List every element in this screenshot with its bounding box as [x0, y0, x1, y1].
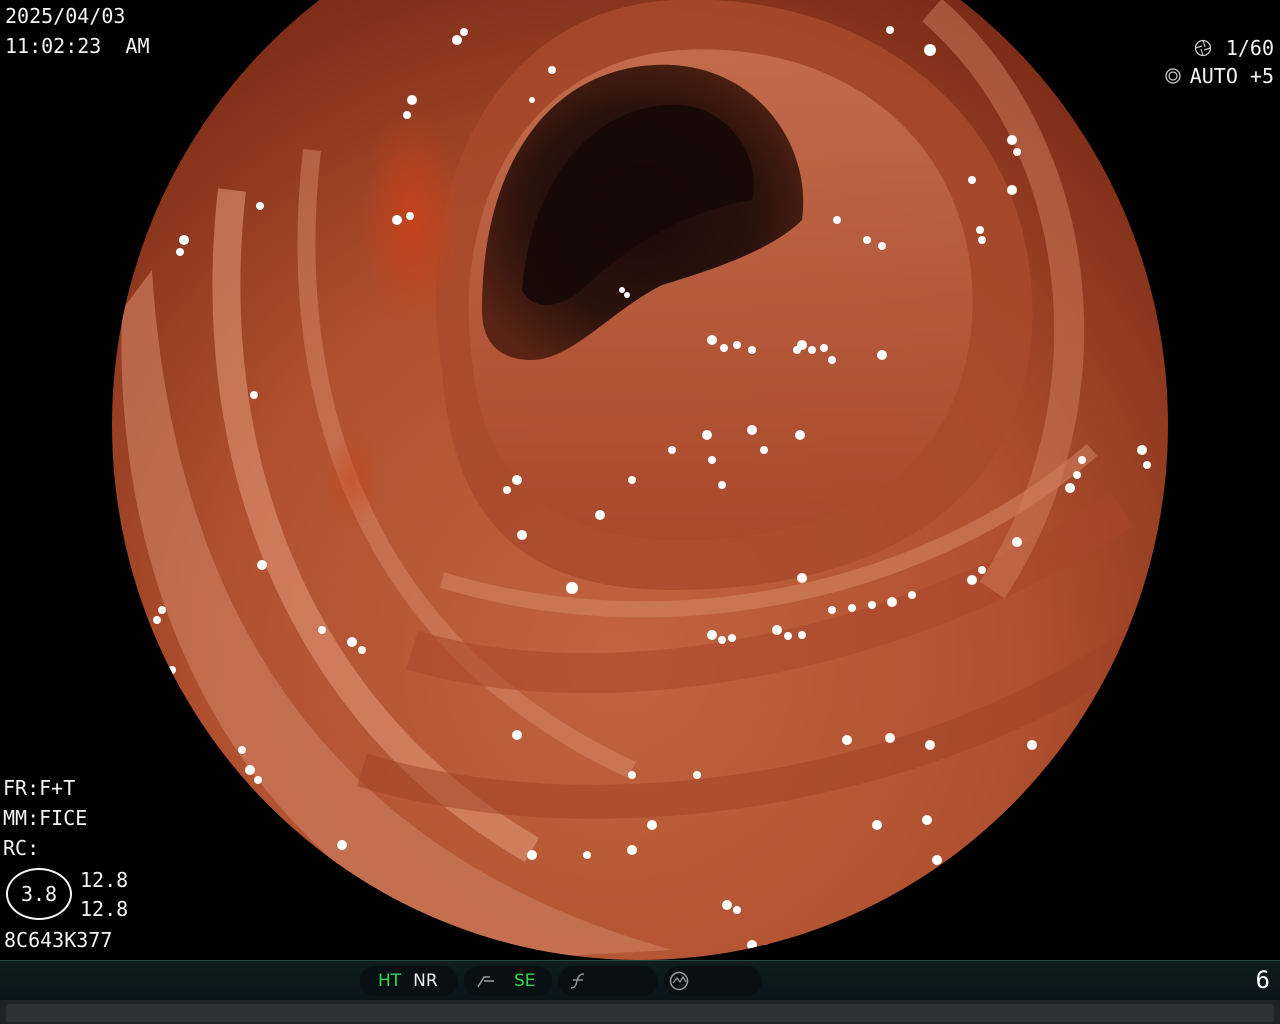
bottom-strip [0, 1000, 1280, 1024]
ring-icon [669, 971, 689, 991]
frame-number: 6 [1255, 966, 1270, 994]
shutter-icon [1194, 39, 1211, 57]
se-label: SE [514, 971, 536, 991]
value-readout-1: 12.8 [80, 868, 129, 892]
exposure-readout: AUTO +5 [1164, 64, 1274, 88]
exposure-value: AUTO +5 [1189, 64, 1274, 88]
bottom-strip-track [6, 1004, 1274, 1022]
rc-readout: RC: [3, 836, 40, 860]
ht-label: HT [378, 971, 402, 991]
mm-readout: MM:FICE [3, 806, 88, 830]
ring-indicator [664, 966, 762, 996]
curve-icon [477, 976, 494, 988]
shutter-readout: 1/60 [1194, 36, 1274, 60]
ht-nr-indicator: HT NR [360, 966, 458, 996]
serial-readout: 8C643K377 [4, 928, 113, 952]
time-readout: 11:02:23 AM [5, 34, 150, 58]
nr-label: NR [413, 971, 438, 991]
se-indicator: SE [464, 966, 552, 996]
shutter-value: 1/60 [1225, 36, 1274, 60]
f-indicator [558, 966, 658, 996]
endoscopy-screen: 2025/04/03 11:02:23 AM 1/60 AUTO +5 FR:F… [0, 0, 1280, 1024]
endoscopic-image [112, 0, 1168, 960]
f-icon [570, 973, 585, 989]
date-readout: 2025/04/03 [5, 4, 126, 28]
status-bar: HT NR SE [0, 960, 1280, 1001]
exposure-icon [1165, 68, 1181, 84]
zoom-indicator: 3.8 [6, 868, 72, 920]
fr-readout: FR:F+T [3, 776, 76, 800]
value-readout-2: 12.8 [80, 897, 129, 921]
